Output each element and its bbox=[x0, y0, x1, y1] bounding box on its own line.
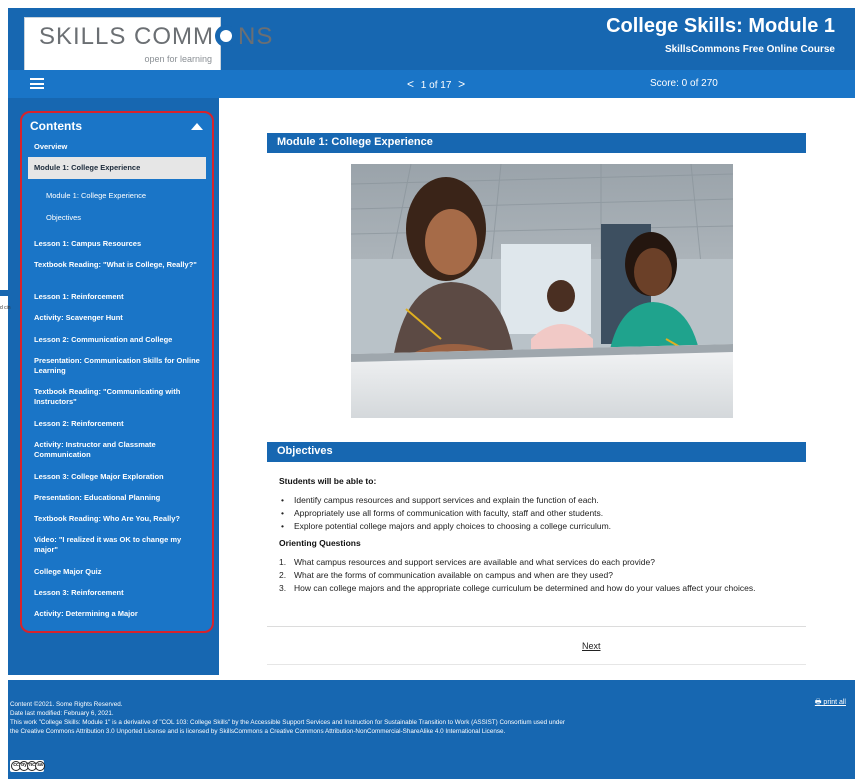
next-page-chevron-icon[interactable]: > bbox=[454, 77, 469, 91]
list-item: 1. What campus resources and support serv… bbox=[279, 557, 655, 567]
list-item: 3. How can college majors and the appropr… bbox=[279, 583, 756, 593]
toc-item-module-1-active[interactable]: Module 1: College Experience bbox=[28, 157, 206, 179]
footer-license-text: Content ©2021. Some Rights Reserved. Dat… bbox=[10, 700, 570, 736]
collapse-triangle-icon[interactable] bbox=[191, 123, 203, 130]
module-heading: Module 1: College Experience bbox=[267, 133, 806, 153]
toc-item-scavenger-hunt[interactable]: Activity: Scavenger Hunt bbox=[34, 313, 206, 323]
list-item: 2. What are the forms of communication av… bbox=[279, 570, 613, 580]
toc-item-lesson-2[interactable]: Lesson 2: Communication and College bbox=[34, 335, 206, 345]
table-of-contents: Contents Overview Module 1: College Expe… bbox=[20, 111, 214, 633]
toc-item-lesson-2-reinforcement[interactable]: Lesson 2: Reinforcement bbox=[34, 419, 206, 429]
course-subtitle: SkillsCommons Free Online Course bbox=[664, 44, 835, 55]
edge-tab bbox=[0, 290, 8, 296]
toc-item-lesson-3[interactable]: Lesson 3: College Major Exploration bbox=[34, 472, 206, 482]
main-content: Module 1: College Experience Objectives … bbox=[219, 98, 855, 675]
orienting-questions-heading: Orienting Questions bbox=[279, 538, 361, 548]
logo-wordmark-right: NS bbox=[238, 23, 274, 50]
site-footer: Content ©2021. Some Rights Reserved. Dat… bbox=[8, 680, 855, 779]
sidebar: Contents Overview Module 1: College Expe… bbox=[8, 98, 219, 675]
objectives-heading: Objectives bbox=[267, 442, 806, 462]
logo-wordmark-left: SKILLS COMM bbox=[39, 23, 215, 50]
logo-tagline: open for learning bbox=[144, 54, 212, 64]
students-classroom-photo bbox=[351, 164, 733, 418]
course-navbar: < 1 of 17 > Score: 0 of 270 bbox=[8, 70, 855, 98]
toc-item-overview[interactable]: Overview bbox=[34, 142, 206, 152]
site-header: SKILLS COMM NS open for learning College … bbox=[8, 8, 855, 71]
logo-globe-icon bbox=[215, 25, 238, 47]
toc-item-textbook-communicating[interactable]: Textbook Reading: "Communicating with In… bbox=[34, 387, 206, 407]
skillscommons-logo[interactable]: SKILLS COMM NS open for learning bbox=[24, 17, 272, 71]
page: SKILLS COMM NS open for learning College … bbox=[0, 0, 855, 779]
toc-subitem-module-1[interactable]: Module 1: College Experience bbox=[46, 191, 212, 201]
toc-item-textbook-what-is-college[interactable]: Textbook Reading: "What is College, Real… bbox=[34, 260, 206, 270]
list-item: Explore potential college majors and app… bbox=[279, 521, 809, 531]
creative-commons-badge-icon[interactable]: cc by nc sa bbox=[10, 760, 45, 772]
divider bbox=[267, 626, 806, 627]
toc-item-lesson-1-reinforcement[interactable]: Lesson 1: Reinforcement bbox=[34, 292, 206, 302]
toc-item-presentation-communication[interactable]: Presentation: Communication Skills for O… bbox=[34, 356, 206, 376]
students-able-heading: Students will be able to: bbox=[279, 476, 377, 486]
toc-heading: Contents bbox=[30, 119, 82, 133]
toc-subitem-objectives[interactable]: Objectives bbox=[46, 213, 212, 223]
objectives-content: Students will be able to: Identify campu… bbox=[279, 476, 809, 596]
orienting-questions-list: 1. What campus resources and support serv… bbox=[279, 557, 809, 593]
toc-item-determining-major[interactable]: Activity: Determining a Major bbox=[34, 609, 206, 619]
list-item: Appropriately use all forms of communica… bbox=[279, 508, 809, 518]
question-text: What campus resources and support servic… bbox=[294, 557, 655, 567]
classroom-photo-illustration bbox=[351, 164, 733, 418]
print-all-link[interactable]: 🖶 print all bbox=[815, 698, 846, 709]
edge-text-fragment: d cin bbox=[0, 305, 11, 311]
toc-item-lesson-3-reinforcement[interactable]: Lesson 3: Reinforcement bbox=[34, 588, 206, 598]
score-display: Score: 0 of 270 bbox=[650, 78, 718, 89]
hamburger-menu-icon[interactable] bbox=[30, 78, 44, 89]
footer-attribution: This work "College Skills: Module 1" is … bbox=[10, 719, 565, 735]
toc-item-major-quiz[interactable]: College Major Quiz bbox=[34, 567, 206, 577]
list-item: Identify campus resources and support se… bbox=[279, 495, 809, 505]
toc-item-who-are-you[interactable]: Textbook Reading: Who Are You, Really? bbox=[34, 514, 206, 524]
toc-item-video-change-major[interactable]: Video: "I realized it was OK to change m… bbox=[34, 535, 206, 555]
page-indicator: 1 of 17 bbox=[420, 80, 452, 91]
course-title: College Skills: Module 1 bbox=[606, 15, 835, 37]
question-text: How can college majors and the appropria… bbox=[294, 583, 756, 593]
toc-item-educational-planning[interactable]: Presentation: Educational Planning bbox=[34, 493, 206, 503]
toc-item-instructor-communication[interactable]: Activity: Instructor and Classmate Commu… bbox=[34, 440, 206, 460]
objectives-list: Identify campus resources and support se… bbox=[279, 495, 809, 531]
page-navigator: < 1 of 17 > bbox=[403, 77, 469, 91]
toc-item-lesson-1[interactable]: Lesson 1: Campus Resources bbox=[34, 239, 206, 249]
question-text: What are the forms of communication avai… bbox=[294, 570, 613, 580]
footer-copyright: Content ©2021. Some Rights Reserved. bbox=[10, 701, 123, 708]
footer-last-modified: Date last modified: February 6, 2021. bbox=[10, 710, 114, 717]
divider bbox=[267, 664, 806, 665]
next-link[interactable]: Next bbox=[582, 641, 601, 651]
print-all-label: print all bbox=[823, 699, 846, 706]
logo-wordmark: SKILLS COMM NS bbox=[39, 23, 273, 51]
printer-icon: 🖶 bbox=[814, 699, 822, 706]
prev-page-chevron-icon[interactable]: < bbox=[403, 77, 418, 91]
sa-mark: sa bbox=[35, 761, 45, 771]
